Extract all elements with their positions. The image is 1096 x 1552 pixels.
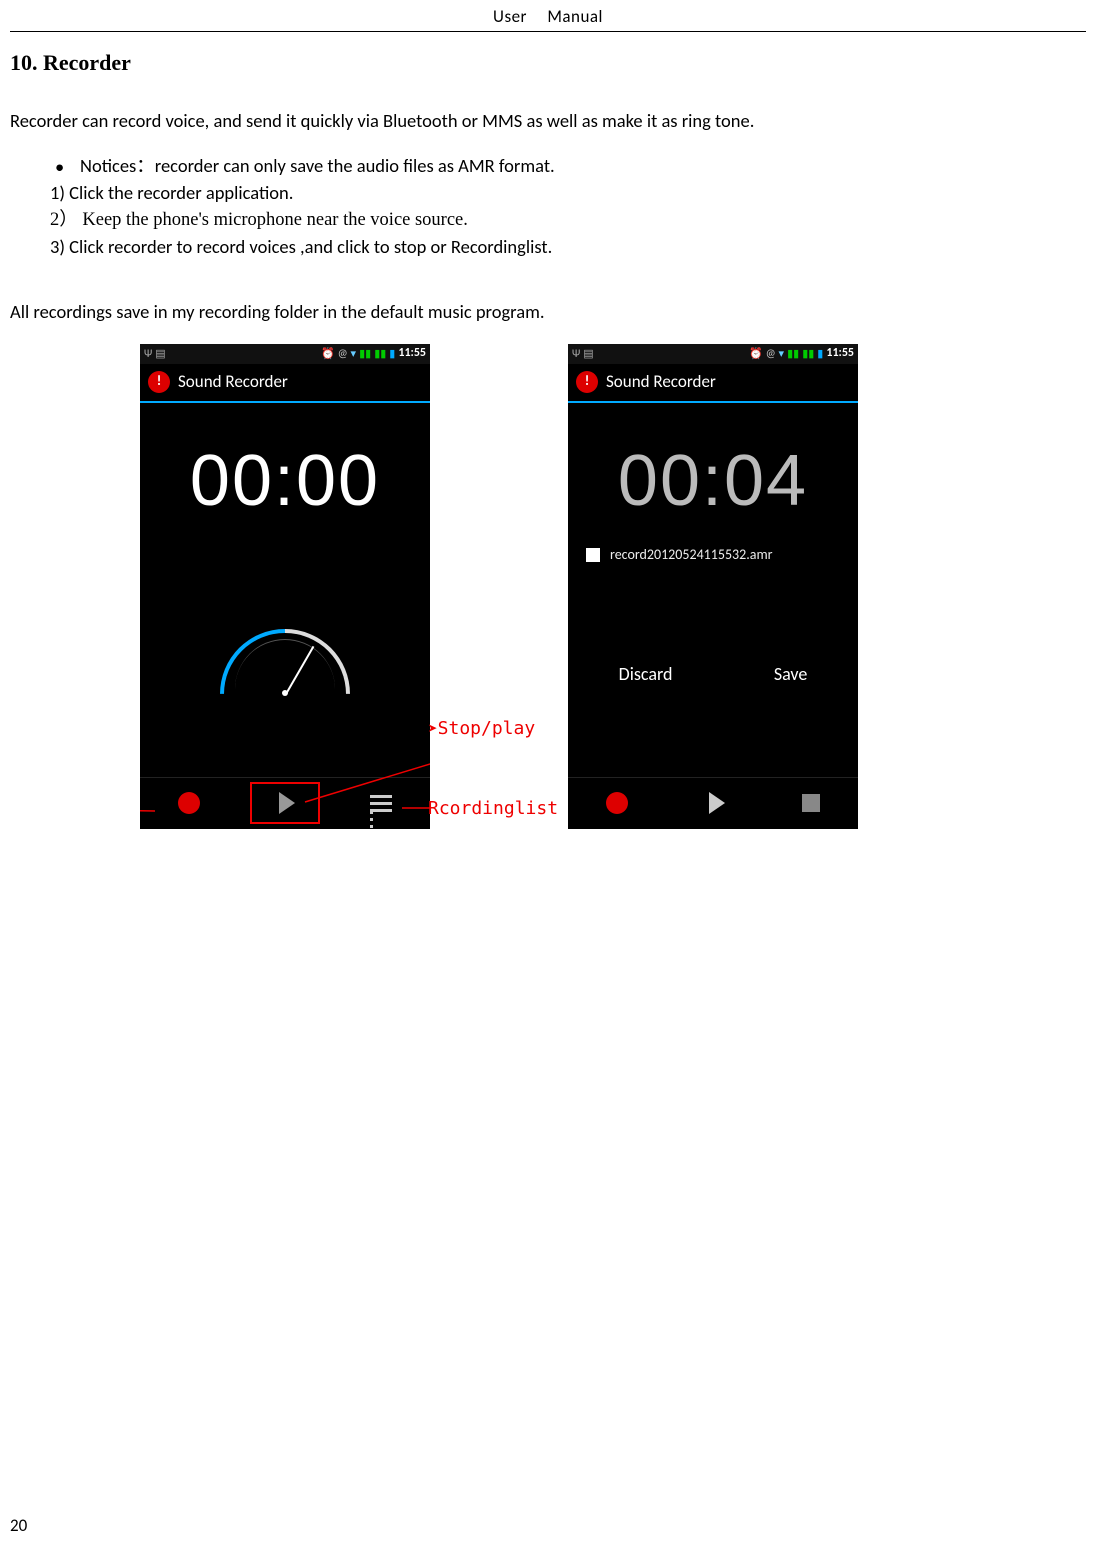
sync-icon: @ [338, 346, 348, 362]
signal-icon: ▮▮ [359, 346, 371, 362]
signal-icon: ▮▮ [787, 346, 799, 362]
filename-row: record20120524115532.amr [568, 545, 858, 565]
timer-area: 00:00 [140, 403, 430, 551]
page-number: 20 [10, 1515, 27, 1536]
app-title-text: Sound Recorder [606, 370, 716, 395]
bottom-controls [568, 777, 858, 829]
alarm-icon: ⏰ [321, 346, 335, 362]
header-manual: Manual [539, 6, 611, 27]
annotation-recording-list: Rcordinglist [428, 796, 558, 822]
save-button[interactable]: Save [744, 651, 838, 697]
battery-icon: ▮ [817, 346, 823, 362]
page-header: User Manual [10, 0, 1086, 32]
timer-display: 00:00 [190, 429, 380, 533]
status-time: 11:55 [826, 345, 854, 362]
play-button[interactable] [709, 792, 725, 814]
sync-icon: @ [766, 346, 776, 362]
notice-text: Notices：recorder can only save the audio… [80, 153, 1086, 180]
vu-meter-area [140, 551, 430, 777]
wifi-icon: ▾ [779, 346, 785, 362]
intro-text: Recorder can record voice, and send it q… [10, 108, 1086, 135]
discard-save-row: Discard Save [568, 575, 858, 777]
timer-area: 00:04 record20120524115532.amr [568, 403, 858, 576]
recording-list-button[interactable] [370, 795, 392, 812]
header-user: User [485, 6, 535, 27]
step-1: 1) Click the recorder application. [50, 180, 1086, 207]
sd-icon: ▤ [155, 346, 165, 362]
vu-meter-icon [220, 629, 350, 699]
signal2-icon: ▮▮ [374, 346, 386, 362]
status-bar: Ψ ▤ ⏰ @ ▾ ▮▮ ▮▮ ▮ 11:55 [140, 344, 430, 364]
bottom-controls [140, 777, 430, 829]
screenshots-row: Ψ ▤ ⏰ @ ▾ ▮▮ ▮▮ ▮ 11:55 Sound Recorder 0 [10, 344, 1086, 829]
wifi-icon: ▾ [351, 346, 357, 362]
recording-filename: record20120524115532.amr [610, 545, 773, 565]
note-line: All recordings save in my recording fold… [10, 299, 1086, 326]
usb-icon: Ψ [144, 346, 152, 362]
phone-screenshot-1: Ψ ▤ ⏰ @ ▾ ▮▮ ▮▮ ▮ 11:55 Sound Recorder 0 [140, 344, 430, 829]
stop-button[interactable] [802, 794, 820, 812]
annotation-stop-play: ➤Stop/play [428, 716, 535, 742]
usb-icon: Ψ [572, 346, 580, 362]
sd-icon: ▤ [583, 346, 593, 362]
step-2: 2） Keep the phone's microphone near the … [50, 207, 1086, 234]
app-title-bar: Sound Recorder [568, 364, 858, 403]
recorder-icon [148, 371, 170, 393]
step-3: 3) Click recorder to record voices ,and … [50, 234, 1086, 261]
record-button[interactable] [178, 792, 200, 814]
timer-display: 00:04 [618, 429, 808, 533]
status-time: 11:55 [398, 345, 426, 362]
stop-icon [586, 548, 600, 562]
battery-icon: ▮ [389, 346, 395, 362]
recorder-icon [576, 371, 598, 393]
status-bar: Ψ ▤ ⏰ @ ▾ ▮▮ ▮▮ ▮ 11:55 [568, 344, 858, 364]
signal2-icon: ▮▮ [802, 346, 814, 362]
app-title-bar: Sound Recorder [140, 364, 430, 403]
alarm-icon: ⏰ [749, 346, 763, 362]
play-button[interactable] [279, 792, 295, 814]
record-button[interactable] [606, 792, 628, 814]
app-title-text: Sound Recorder [178, 370, 288, 395]
section-title: 10. Recorder [10, 50, 1096, 76]
discard-button[interactable]: Discard [589, 651, 703, 697]
phone-screenshot-2: Ψ ▤ ⏰ @ ▾ ▮▮ ▮▮ ▮ 11:55 Sound Recorder 0 [568, 344, 858, 829]
